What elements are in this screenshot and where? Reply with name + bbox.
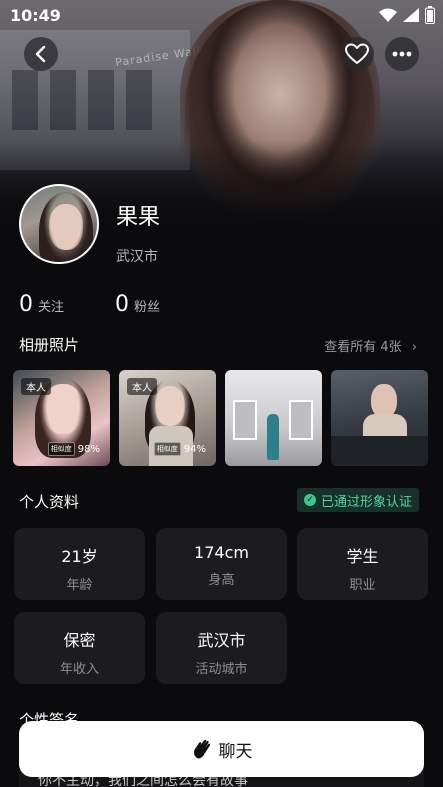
similarity-value: 94% [183,443,206,455]
similarity-value: 98% [77,443,100,455]
avatar-hair [39,192,93,262]
photo-shelf [289,400,313,440]
album-view-all-label: 查看所有 4张 [324,340,402,355]
album-photo-4[interactable] [331,370,428,466]
followers-count: 0 [115,292,129,317]
similarity-label: 相似度 [153,442,181,456]
album-photo-3[interactable] [225,370,322,466]
info-card-value: 学生 [346,547,379,566]
info-card-income: 保密 年收入 [14,612,145,684]
heart-icon [345,43,369,64]
self-tag: 本人 [127,378,157,395]
user-city: 武汉市 [116,249,158,265]
following-stat[interactable]: 0 关注 [19,292,64,317]
info-card-occupation: 学生 职业 [297,528,428,600]
chat-button-label: 聊天 [218,741,253,762]
following-label: 关注 [38,300,65,315]
more-button[interactable] [385,37,419,71]
status-time: 10:49 [10,6,61,25]
info-card-value: 21岁 [61,547,98,566]
status-icons [379,6,435,24]
info-card-active-city: 武汉市 活动城市 [156,612,287,684]
avatar[interactable] [19,184,99,264]
wave-hand-icon [193,739,210,759]
similarity-badge: 相似度 94% [153,442,206,456]
similarity-label: 相似度 [47,442,75,456]
photo-car [331,436,428,466]
followers-stat[interactable]: 0 粉丝 [115,292,160,317]
album-view-all-link[interactable]: 查看所有 4张 › [324,336,417,355]
wifi-icon [379,8,397,22]
info-card-height: 174cm 身高 [156,528,287,600]
verified-badge: ✓ 已通过形象认证 [297,488,420,512]
photo-shelf [233,400,257,440]
info-card-label: 年龄 [66,578,93,593]
album-photo-2[interactable]: 本人 相似度 94% [119,370,216,466]
signal-icon [403,8,419,22]
followers-label: 粉丝 [134,300,161,315]
album-title: 相册照片 [19,336,80,354]
status-bar: 10:49 [0,0,443,30]
following-count: 0 [19,292,33,317]
favorite-button[interactable] [340,37,374,71]
info-card-label: 年收入 [59,662,99,677]
chat-button[interactable]: 聊天 [19,721,424,777]
battery-icon [425,6,435,24]
nickname: 果果 [116,205,161,230]
details-title: 个人资料 [19,493,80,511]
album-photo-1[interactable]: 本人 相似度 98% [13,370,110,466]
info-card-value: 保密 [63,631,96,650]
info-card-value: 174cm [194,543,249,562]
check-circle-icon: ✓ [304,494,316,506]
self-tag: 本人 [21,378,51,395]
verified-label: 已通过形象认证 [321,494,413,510]
info-card-label: 活动城市 [195,662,248,677]
info-card-value: 武汉市 [197,631,246,650]
info-card-age: 21岁 年龄 [14,528,145,600]
photo-person [267,414,279,460]
chevron-right-icon: › [411,340,417,355]
photo-face [371,384,397,418]
chevron-left-icon [35,45,46,63]
similarity-badge: 相似度 98% [47,442,100,456]
back-button[interactable] [24,37,58,71]
info-card-label: 身高 [208,573,235,588]
info-card-label: 职业 [349,578,376,593]
more-dots-icon [392,51,412,57]
